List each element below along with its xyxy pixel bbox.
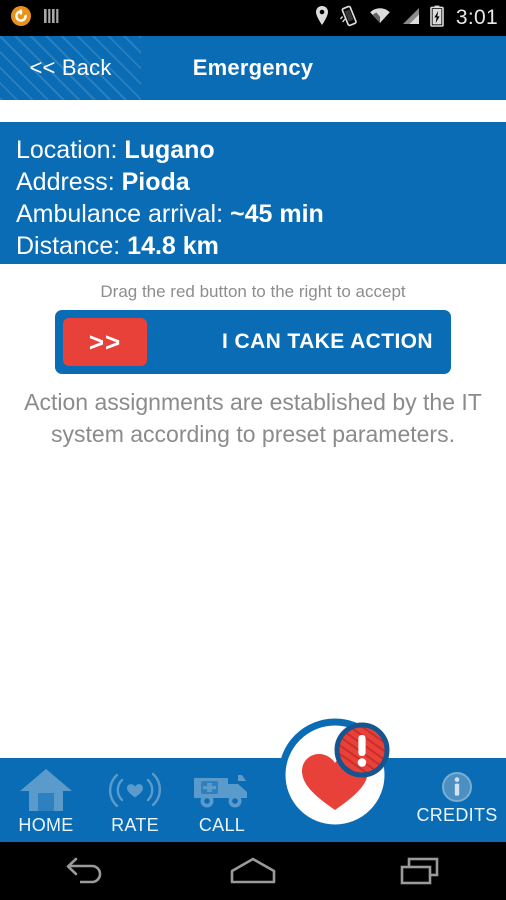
info-circle-icon	[441, 770, 473, 804]
android-navigation-bar	[0, 842, 506, 900]
status-bar-left-icons	[10, 5, 62, 32]
barcode-icon	[42, 6, 62, 31]
home-nav-icon[interactable]	[203, 854, 303, 888]
info-value-location: Lugano	[124, 136, 215, 164]
app-circle-icon	[10, 5, 32, 32]
nav-label-home: HOME	[18, 815, 74, 835]
location-pin-icon	[314, 5, 330, 32]
signal-icon	[401, 6, 421, 31]
info-value-distance: 14.8 km	[127, 232, 219, 260]
heart-waves-icon	[104, 762, 166, 814]
slider-drag-handle[interactable]: >>	[63, 318, 147, 366]
drag-hint-text: Drag the red button to the right to acce…	[100, 282, 406, 301]
nav-label-rate: RATE	[111, 815, 159, 835]
info-label-distance: Distance:	[16, 232, 121, 260]
nav-item-rate[interactable]: RATE	[91, 758, 179, 842]
emergency-info-panel: Location: Lugano Address: Pioda Ambulanc…	[0, 122, 506, 264]
nav-item-credits[interactable]: CREDITS	[413, 758, 501, 842]
info-label-address: Address:	[16, 168, 115, 196]
status-bar-clock: 3:01	[455, 6, 498, 29]
info-row-address: Address: Pioda	[16, 166, 506, 198]
back-button-label: << Back	[29, 55, 112, 80]
app-header: << Back Emergency	[0, 36, 506, 100]
info-row-distance: Distance: 14.8 km	[16, 230, 506, 262]
recents-nav-icon[interactable]	[372, 854, 472, 888]
nav-item-call[interactable]: CALL	[178, 758, 266, 842]
house-icon	[18, 762, 74, 814]
wifi-icon	[368, 6, 392, 31]
nav-label-credits: CREDITS	[416, 805, 498, 825]
nav-label-call: CALL	[198, 815, 246, 835]
info-row-location: Location: Lugano	[16, 134, 506, 166]
ambulance-icon	[191, 762, 253, 814]
accept-action-slider[interactable]: I CAN TAKE ACTION >>	[55, 310, 451, 374]
info-value-address: Pioda	[121, 168, 190, 196]
slider-track-label: I CAN TAKE ACTION	[222, 330, 433, 353]
status-bar-right-icons: 3:01	[314, 5, 498, 32]
back-button[interactable]: << Back	[0, 36, 141, 100]
vibrate-icon	[339, 5, 359, 32]
info-label-ambulance-arrival: Ambulance arrival:	[16, 200, 224, 228]
bottom-navigation-bar: HOME RATE CALL CREDITS	[0, 758, 506, 842]
status-bar: 3:01	[0, 0, 506, 36]
heart-alert-logo[interactable]	[278, 718, 392, 832]
app-screen: 3:01 << Back Emergency Location: Lugano …	[0, 0, 506, 900]
info-row-ambulance-arrival: Ambulance arrival: ~45 min	[16, 198, 506, 230]
action-note-text: Action assignments are established by th…	[24, 389, 482, 447]
nav-item-home[interactable]: HOME	[2, 758, 90, 842]
info-value-ambulance-arrival: ~45 min	[229, 200, 324, 228]
back-nav-icon[interactable]	[34, 854, 134, 888]
info-label-location: Location:	[16, 136, 118, 164]
battery-charging-icon	[430, 5, 444, 32]
